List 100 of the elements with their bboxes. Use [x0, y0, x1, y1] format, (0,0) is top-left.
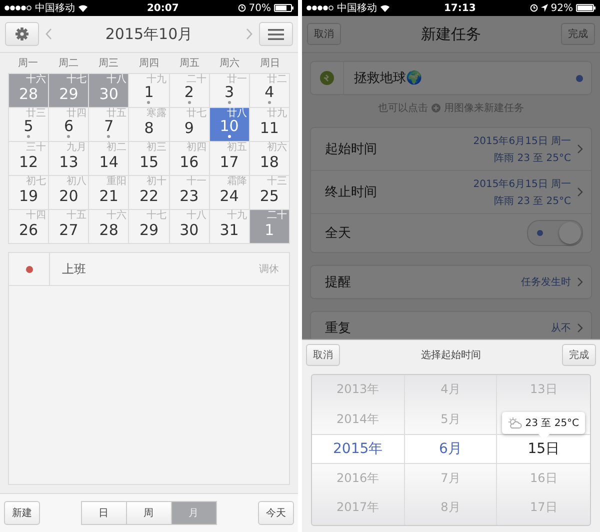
day-cell[interactable]: 初八 20 — [49, 176, 90, 210]
view-tab[interactable]: 日 — [80, 501, 126, 525]
day-cell[interactable]: 二十 2 — [170, 74, 210, 108]
battery-percent: 70% — [248, 2, 271, 14]
sun-cloud-icon — [508, 417, 522, 430]
battery-icon — [274, 4, 294, 12]
day-cell[interactable]: 十六 28 — [89, 210, 130, 244]
wifi-icon — [78, 4, 88, 12]
lunar-date: 廿八 — [226, 109, 247, 119]
new-button[interactable]: 新建 — [4, 501, 40, 525]
location-icon — [540, 4, 548, 12]
lunar-date: 廿三 — [26, 109, 46, 119]
day-cell[interactable]: 初三 15 — [129, 142, 170, 176]
day-cell[interactable]: 廿九 11 — [250, 108, 290, 142]
day-number: 16 — [180, 154, 199, 170]
day-cell[interactable]: 三十 12 — [9, 142, 50, 176]
day-cell[interactable]: 廿八 10 — [210, 108, 250, 142]
day-cell[interactable]: 廿四 6 — [49, 108, 90, 142]
day-number: 9 — [184, 120, 194, 136]
today-button[interactable]: 今天 — [258, 501, 294, 525]
cancel-button[interactable]: 取消 — [306, 344, 340, 366]
status-time: 20:07 — [146, 2, 179, 14]
day-cell[interactable]: 十三 25 — [250, 176, 290, 210]
sheet-title: 选择起始时间 — [421, 348, 481, 362]
chevron-icon — [577, 277, 583, 287]
lunar-date: 九月 — [66, 143, 86, 153]
menu-button[interactable] — [259, 22, 293, 46]
next-month-icon[interactable] — [245, 28, 253, 40]
time-row[interactable]: 起始时间 2015年6月15日 周一 阵雨 23 至 25°C — [311, 128, 591, 171]
day-number: 14 — [99, 154, 118, 170]
day-number: 21 — [99, 188, 118, 204]
day-cell[interactable]: 十九 1 — [129, 74, 170, 108]
lunar-date: 初四 — [186, 143, 207, 153]
day-number: 24 — [220, 188, 239, 204]
day-cell[interactable]: 十一 23 — [170, 176, 210, 210]
day-number: 2 — [184, 84, 194, 100]
previous-month-icon[interactable] — [45, 28, 53, 40]
day-number: 13 — [59, 154, 78, 170]
day-number: 25 — [260, 188, 279, 204]
all-day-toggle[interactable] — [527, 220, 583, 246]
day-cell[interactable]: 初七 19 — [9, 176, 50, 210]
lunar-date: 十六 — [106, 211, 126, 221]
day-cell[interactable]: 十八 30 — [170, 210, 210, 244]
day-cell[interactable]: 廿五 7 — [89, 108, 130, 142]
day-cell[interactable]: 初二 14 — [89, 142, 130, 176]
lunar-date: 初三 — [146, 143, 167, 153]
weekday-label: 周日 — [258, 57, 281, 70]
lunar-date: 十三 — [266, 177, 287, 187]
day-number: 30 — [180, 222, 199, 238]
day-number: 28 — [99, 222, 118, 238]
day-cell[interactable]: 寒露 8 — [129, 108, 170, 142]
settings-button[interactable] — [5, 22, 39, 46]
day-cell[interactable]: 十四 26 — [9, 210, 50, 244]
day-cell[interactable]: 初五 17 — [210, 142, 250, 176]
date-value: 2015年6月15日 周一 — [473, 134, 571, 148]
day-cell[interactable]: 初十 22 — [129, 176, 170, 210]
day-cell[interactable]: 廿二 4 — [250, 74, 290, 108]
view-tab[interactable]: 周 — [126, 501, 172, 525]
event-tag: 调休 — [259, 262, 279, 276]
day-cell[interactable]: 初六 18 — [250, 142, 290, 176]
day-cell[interactable]: 九月 13 — [49, 142, 90, 176]
day-cell[interactable]: 初四 16 — [170, 142, 210, 176]
day-cell[interactable]: 廿一 3 — [210, 74, 250, 108]
day-number: 12 — [19, 154, 38, 170]
done-button[interactable]: 完成 — [562, 344, 596, 366]
lunar-date: 十九 — [226, 211, 247, 221]
lunar-date: 十七 — [146, 211, 167, 221]
day-number: 6 — [64, 118, 74, 134]
time-row[interactable]: 终止时间 2015年6月15日 周一 阵雨 23 至 25°C — [311, 171, 591, 214]
day-number: 18 — [260, 154, 279, 170]
day-cell[interactable]: 廿七 9 — [170, 108, 210, 142]
day-number: 27 — [59, 222, 78, 238]
picker-item[interactable]: 6月 — [439, 440, 462, 458]
day-number: 28 — [19, 86, 38, 102]
alarm-icon — [530, 4, 538, 12]
setting-row[interactable]: 提醒 任务发生时 — [310, 265, 592, 299]
weekday-label: 周二 — [57, 57, 80, 70]
day-cell[interactable]: 十九 31 — [210, 210, 250, 244]
weather-value: 阵雨 23 至 25°C — [494, 152, 571, 164]
day-cell[interactable]: 十五 27 — [49, 210, 90, 244]
lunar-date: 霜降 — [226, 177, 247, 187]
day-cell[interactable]: 霜降 24 — [210, 176, 250, 210]
date-picker[interactable]: 2013年 2014年 2015年 2016年 2017年 4月 5月 6月 7月 8月 13日 23 至 25°C 15日 16日 17日 — [311, 374, 591, 526]
add-icon[interactable] — [431, 103, 441, 113]
day-number: 17 — [220, 154, 239, 170]
day-cell[interactable]: 重阳 21 — [89, 176, 130, 210]
day-number: 5 — [24, 118, 34, 134]
menu-icon — [268, 28, 284, 40]
task-field[interactable]: 拯救地球🌍 — [310, 61, 592, 95]
day-number: 1 — [264, 222, 274, 238]
chevron-icon — [577, 144, 583, 154]
lunar-date: 十七 — [66, 75, 86, 85]
event-row[interactable]: 上班 调休 — [8, 252, 290, 286]
lunar-date: 二十 — [186, 75, 207, 85]
day-cell[interactable]: 十七 29 — [129, 210, 170, 244]
lunar-date: 初八 — [66, 177, 86, 187]
lunar-date: 初十 — [146, 177, 167, 187]
day-cell[interactable]: 廿三 5 — [9, 108, 50, 142]
lunar-date: 廿四 — [66, 109, 86, 119]
day-number: 22 — [139, 188, 159, 204]
